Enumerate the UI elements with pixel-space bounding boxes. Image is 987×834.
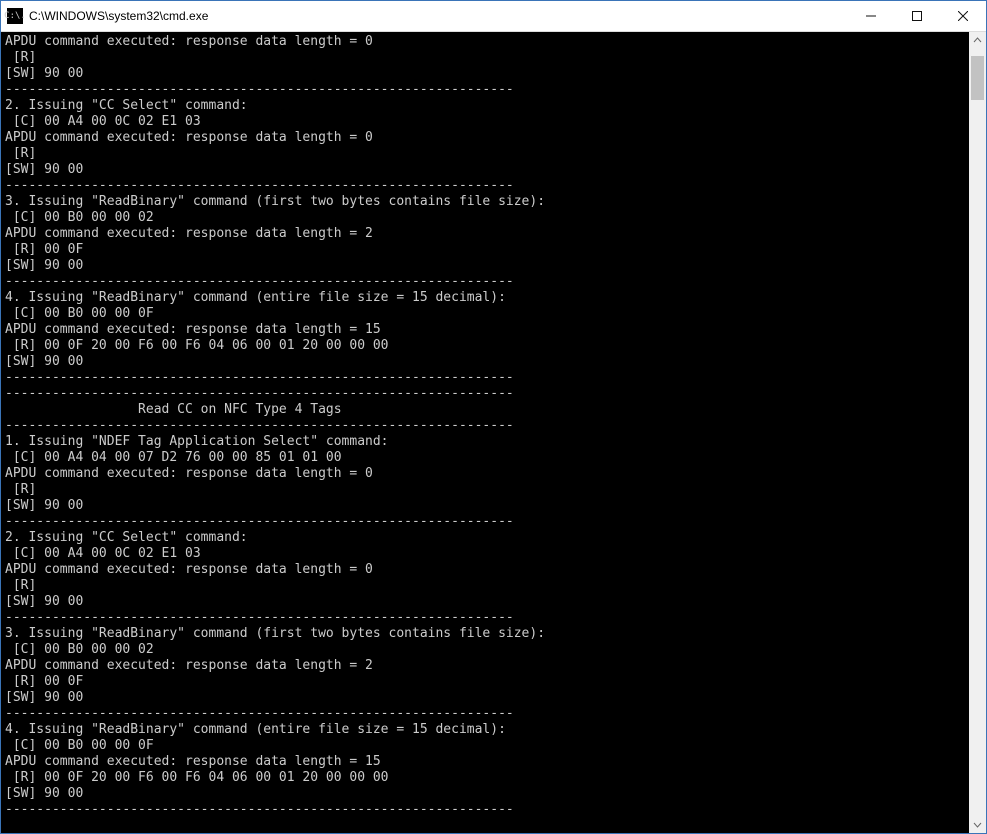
terminal-line: [R] <box>5 50 965 66</box>
maximize-icon <box>912 11 922 21</box>
terminal-line: 2. Issuing "CC Select" command: <box>5 98 965 114</box>
cmd-window: C:\. C:\WINDOWS\system32\cmd.exe AP <box>0 0 987 834</box>
terminal-line: [R] <box>5 146 965 162</box>
chevron-down-icon <box>973 820 982 829</box>
terminal-line: ----------------------------------------… <box>5 418 965 434</box>
terminal-line: [C] 00 B0 00 00 0F <box>5 738 965 754</box>
scroll-thumb[interactable] <box>971 56 984 100</box>
terminal-line: 4. Issuing "ReadBinary" command (entire … <box>5 290 965 306</box>
terminal-line: [SW] 90 00 <box>5 66 965 82</box>
content-area: APDU command executed: response data len… <box>1 32 986 833</box>
terminal-line: 4. Issuing "ReadBinary" command (entire … <box>5 722 965 738</box>
chevron-up-icon <box>973 36 982 45</box>
terminal-line: APDU command executed: response data len… <box>5 322 965 338</box>
window-title: C:\WINDOWS\system32\cmd.exe <box>29 9 848 23</box>
terminal-line: APDU command executed: response data len… <box>5 562 965 578</box>
terminal-line: ----------------------------------------… <box>5 386 965 402</box>
terminal-line: [R] 00 0F <box>5 242 965 258</box>
terminal-line: [C] 00 B0 00 00 02 <box>5 210 965 226</box>
terminal-line: [SW] 90 00 <box>5 258 965 274</box>
terminal-line: 3. Issuing "ReadBinary" command (first t… <box>5 194 965 210</box>
terminal-line: ----------------------------------------… <box>5 706 965 722</box>
terminal-line: APDU command executed: response data len… <box>5 658 965 674</box>
terminal-line: [C] 00 A4 00 0C 02 E1 03 <box>5 546 965 562</box>
close-button[interactable] <box>940 1 986 31</box>
close-icon <box>958 11 968 21</box>
terminal-line: [R] 00 0F 20 00 F6 00 F6 04 06 00 01 20 … <box>5 770 965 786</box>
terminal-line: [C] 00 A4 00 0C 02 E1 03 <box>5 114 965 130</box>
terminal-line: [SW] 90 00 <box>5 354 965 370</box>
terminal-line: ----------------------------------------… <box>5 178 965 194</box>
terminal-line: [R] 00 0F <box>5 674 965 690</box>
title-bar[interactable]: C:\. C:\WINDOWS\system32\cmd.exe <box>1 1 986 32</box>
window-controls <box>848 1 986 31</box>
terminal-line: ----------------------------------------… <box>5 802 965 818</box>
minimize-icon <box>866 11 876 21</box>
terminal-line: [C] 00 B0 00 00 0F <box>5 306 965 322</box>
maximize-button[interactable] <box>894 1 940 31</box>
terminal-line: [C] 00 A4 04 00 07 D2 76 00 00 85 01 01 … <box>5 450 965 466</box>
terminal-line: APDU command executed: response data len… <box>5 466 965 482</box>
terminal-line: ----------------------------------------… <box>5 274 965 290</box>
terminal-line: [SW] 90 00 <box>5 498 965 514</box>
terminal-line: APDU command executed: response data len… <box>5 226 965 242</box>
terminal-line: APDU command executed: response data len… <box>5 130 965 146</box>
terminal-line: Read CC on NFC Type 4 Tags <box>5 402 965 418</box>
terminal-line: [R] <box>5 482 965 498</box>
scroll-down-button[interactable] <box>969 816 986 833</box>
terminal-line: [R] 00 0F 20 00 F6 00 F6 04 06 00 01 20 … <box>5 338 965 354</box>
terminal-line: APDU command executed: response data len… <box>5 34 965 50</box>
vertical-scrollbar[interactable] <box>969 32 986 833</box>
scroll-up-button[interactable] <box>969 32 986 49</box>
cmd-icon: C:\. <box>7 8 23 24</box>
terminal-line: ----------------------------------------… <box>5 370 965 386</box>
terminal-line: ----------------------------------------… <box>5 82 965 98</box>
terminal-line: 2. Issuing "CC Select" command: <box>5 530 965 546</box>
terminal-line: [SW] 90 00 <box>5 594 965 610</box>
terminal-line: ----------------------------------------… <box>5 610 965 626</box>
terminal-line: [SW] 90 00 <box>5 162 965 178</box>
terminal-output[interactable]: APDU command executed: response data len… <box>1 32 969 833</box>
terminal-line: 1. Issuing "NDEF Tag Application Select"… <box>5 434 965 450</box>
terminal-line: 3. Issuing "ReadBinary" command (first t… <box>5 626 965 642</box>
terminal-line: [SW] 90 00 <box>5 690 965 706</box>
terminal-line: [SW] 90 00 <box>5 786 965 802</box>
terminal-line: APDU command executed: response data len… <box>5 754 965 770</box>
terminal-line: [C] 00 B0 00 00 02 <box>5 642 965 658</box>
minimize-button[interactable] <box>848 1 894 31</box>
terminal-line: [R] <box>5 578 965 594</box>
terminal-line: ----------------------------------------… <box>5 514 965 530</box>
